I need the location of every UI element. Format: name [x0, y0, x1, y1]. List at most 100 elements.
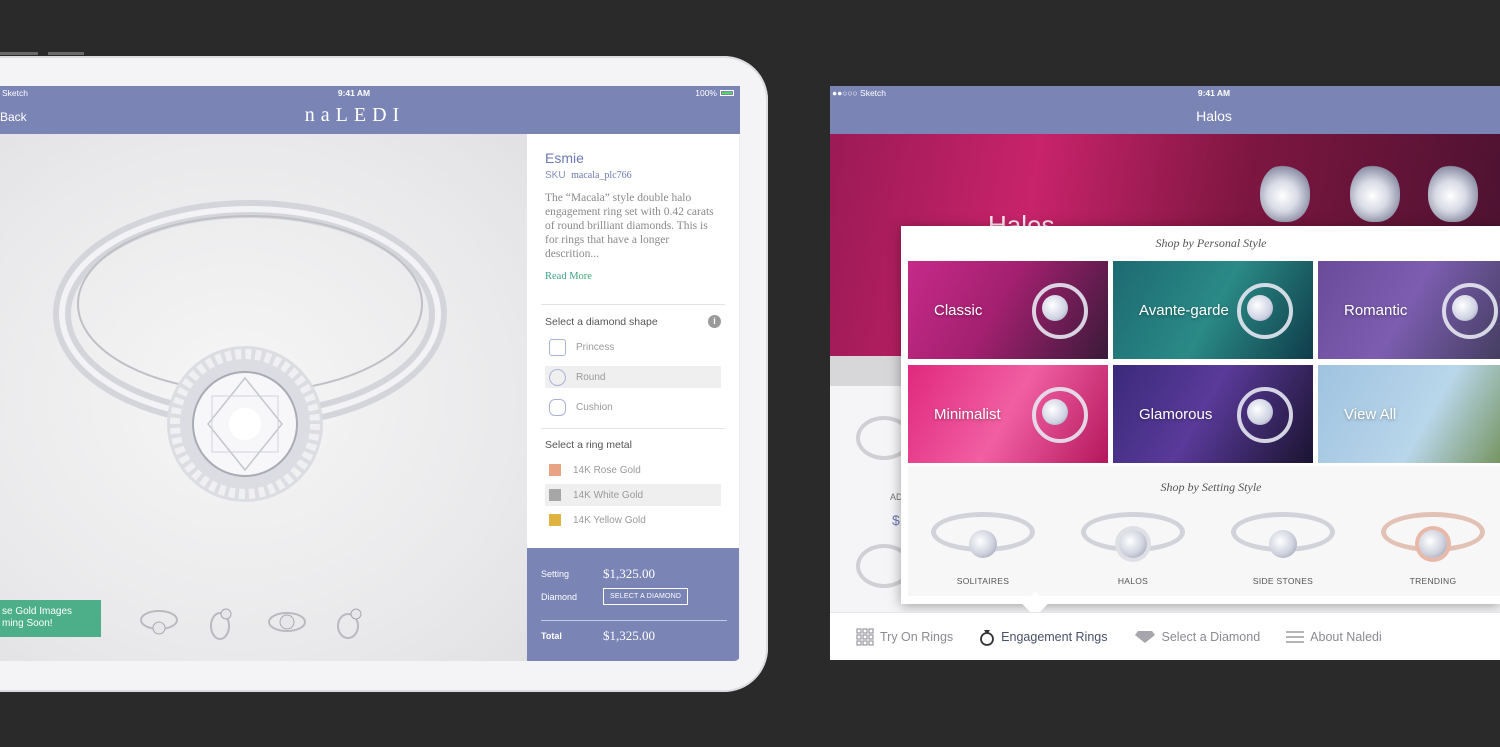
metal-option-rose-gold[interactable]: 14K Rose Gold — [545, 459, 721, 481]
thumbnail-strip — [138, 606, 372, 640]
total-label: Total — [541, 631, 562, 641]
ring-image-stage — [0, 134, 527, 661]
tab-try-on-rings[interactable]: Try On Rings — [856, 627, 954, 646]
diamond-icon — [1134, 630, 1156, 644]
setting-label: Setting — [541, 569, 570, 579]
banner-line-1: se Gold Images — [2, 606, 73, 617]
coming-soon-banner[interactable]: se Gold Images ming Soon! — [0, 600, 101, 637]
metal-option-label: 14K White Gold — [573, 489, 644, 501]
page-title: Halos — [1196, 108, 1232, 124]
setting-halos[interactable]: HALOS — [1058, 502, 1208, 586]
yellow-gold-swatch — [549, 514, 561, 526]
select-diamond-button[interactable]: SELECT A DIAMOND — [603, 588, 689, 605]
grid-icon — [856, 627, 874, 646]
sku-label: SKU — [545, 170, 566, 181]
shape-option-label: Cushion — [576, 401, 613, 413]
bottom-tab-bar: Try On Rings Engagement Rings Select a D… — [830, 612, 1500, 660]
thumbnail-top[interactable] — [266, 606, 308, 640]
nav-bar: Sketch 9:41 AM 100% Back naLEDI — [0, 86, 740, 134]
personal-style-heading: Shop by Personal Style — [1155, 236, 1267, 250]
setting-style-list: SOLITAIRES HALOS SIDE STONES TRENDING — [908, 502, 1500, 586]
ring-icon — [979, 628, 995, 646]
diamond-photo — [1042, 295, 1068, 321]
style-tile-romantic[interactable]: Romantic — [1318, 261, 1500, 359]
style-tile-minimalist[interactable]: Minimalist — [908, 365, 1108, 463]
style-tile-label: Minimalist — [934, 405, 1001, 423]
rose-gold-swatch — [549, 464, 561, 476]
total-price-row: Total $1,325.00 — [541, 628, 655, 644]
shape-option-princess[interactable]: Princess — [545, 336, 721, 358]
hero-ring-image — [1260, 164, 1310, 222]
tab-engagement-rings[interactable]: Engagement Rings — [979, 628, 1108, 646]
setting-price: $1,325.00 — [603, 566, 655, 581]
setting-price-row: Setting $1,325.00 — [541, 566, 655, 582]
menu-icon — [1286, 630, 1305, 644]
ring-thumbnail-icon — [140, 610, 178, 635]
battery-indicator: 100% — [695, 88, 734, 98]
personal-style-grid: Classic Avante-garde Romantic Minimalist… — [908, 261, 1500, 463]
diamond-photo — [1247, 295, 1273, 321]
diamond-label: Diamond — [541, 591, 578, 602]
ring-thumbnail-icon — [210, 608, 232, 640]
product-name: Esmie — [545, 150, 584, 166]
tab-label: Engagement Rings — [1001, 629, 1108, 644]
ring-metal-title: Select a ring metal — [545, 439, 632, 451]
style-tile-label: Avante-garde — [1139, 301, 1229, 319]
hero-ring-image — [1428, 164, 1478, 222]
ring-thumbnail-icon — [337, 608, 362, 639]
diamond-photo — [1042, 399, 1068, 425]
style-tile-view-all[interactable]: View All — [1318, 365, 1500, 463]
shape-option-round[interactable]: Round — [545, 366, 721, 388]
read-more-link[interactable]: Read More — [545, 271, 721, 282]
setting-label: TRENDING — [1409, 576, 1457, 586]
tab-label: Try On Rings — [880, 629, 954, 644]
thumbnail-angle[interactable] — [330, 606, 372, 640]
mockup-stage: Sketch 9:41 AM 100% Back naLEDI se Gold … — [0, 0, 1500, 747]
princess-shape-icon — [549, 338, 566, 356]
diamond-shape-heading: Select a diamond shape i — [545, 315, 721, 328]
style-tile-glamorous[interactable]: Glamorous — [1113, 365, 1313, 463]
setting-solitaires[interactable]: SOLITAIRES — [908, 502, 1058, 586]
setting-label: SOLITAIRES — [956, 576, 1010, 586]
shape-option-label: Princess — [576, 341, 615, 353]
product-detail-panel: Esmie SKU macala_plc766 The “Macala” sty… — [527, 134, 739, 548]
setting-trending[interactable]: TRENDING — [1358, 502, 1500, 586]
diamond-photo — [1452, 295, 1478, 321]
info-icon[interactable]: i — [708, 315, 721, 328]
setting-side-stones[interactable]: SIDE STONES — [1208, 502, 1358, 586]
thumbnail-side[interactable] — [202, 606, 244, 640]
style-tile-avante-garde[interactable]: Avante-garde — [1113, 261, 1313, 359]
tab-label: Select a Diamond — [1161, 629, 1261, 644]
diamond-price-row: Diamond SELECT A DIAMOND — [541, 588, 689, 605]
side-stone-ring-image — [1223, 502, 1343, 570]
ring-thumbnail-icon — [268, 612, 306, 632]
category-browse-screen: ●●○○○ Sketch 9:41 AM Halos Halos AD $ Sh… — [830, 86, 1500, 660]
divider — [541, 428, 725, 429]
status-time: 9:41 AM — [337, 88, 371, 98]
tab-select-diamond[interactable]: Select a Diamond — [1134, 629, 1261, 644]
product-detail-screen: Sketch 9:41 AM 100% Back naLEDI se Gold … — [0, 86, 740, 661]
divider — [541, 620, 727, 621]
white-gold-swatch — [549, 489, 561, 501]
shape-option-label: Round — [576, 371, 606, 383]
divider — [541, 304, 725, 305]
sku-value: macala_plc766 — [571, 170, 632, 181]
style-tile-label: View All — [1344, 405, 1397, 423]
thumbnail-front[interactable] — [138, 606, 180, 640]
style-tile-classic[interactable]: Classic — [908, 261, 1108, 359]
tab-label: About Naledi — [1310, 629, 1382, 644]
battery-percent: 100% — [695, 88, 717, 98]
round-shape-icon — [549, 368, 566, 386]
metal-option-white-gold[interactable]: 14K White Gold — [545, 484, 721, 506]
product-sku: SKU macala_plc766 — [545, 170, 721, 181]
metal-option-label: 14K Yellow Gold — [573, 514, 646, 526]
setting-style-section: Shop by Setting Style SOLITAIRES HALOS S… — [908, 466, 1500, 596]
ring-metal-heading: Select a ring metal — [545, 439, 721, 451]
status-bar: ●●○○○ Sketch 9:41 AM — [830, 88, 1500, 100]
shape-option-cushion[interactable]: Cushion — [545, 396, 721, 418]
style-tile-label: Romantic — [1344, 301, 1408, 319]
style-tile-label: Classic — [934, 301, 983, 319]
diamond-photo — [1247, 399, 1273, 425]
tab-about-naledi[interactable]: About Naledi — [1286, 630, 1382, 644]
metal-option-yellow-gold[interactable]: 14K Yellow Gold — [545, 509, 721, 531]
